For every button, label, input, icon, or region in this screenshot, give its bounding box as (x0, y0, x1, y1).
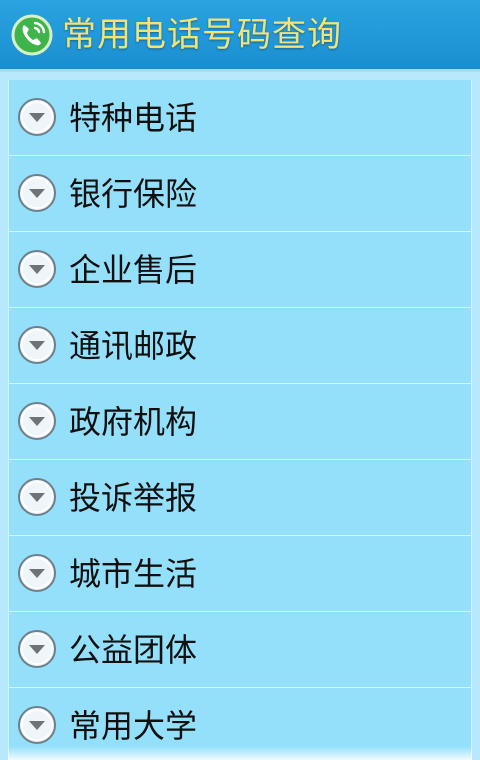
app-title: 常用电话号码查询 (62, 15, 342, 55)
chevron-down-circle-icon (18, 326, 56, 364)
list-item-special-phones[interactable]: 特种电话 (9, 80, 471, 156)
list-item-universities[interactable]: 常用大学 (9, 688, 471, 760)
list-item-after-sales[interactable]: 企业售后 (9, 232, 471, 308)
list-item-label: 企业售后 (69, 251, 198, 289)
list-item-city-life[interactable]: 城市生活 (9, 536, 471, 612)
chevron-down-circle-icon (18, 706, 56, 744)
list-item-label: 城市生活 (69, 555, 198, 593)
list-item-label: 投诉举报 (69, 479, 198, 517)
app-window: 常用电话号码查询 特种电话 银行保险 企业售后 通讯邮政 政府机构 投诉举报 城… (0, 0, 480, 760)
list-item-label: 银行保险 (69, 175, 198, 213)
category-list[interactable]: 特种电话 银行保险 企业售后 通讯邮政 政府机构 投诉举报 城市生活 公益团体 … (8, 80, 472, 760)
list-item-label: 通讯邮政 (69, 327, 198, 365)
chevron-down-circle-icon (18, 174, 56, 212)
chevron-down-circle-icon (18, 250, 56, 288)
list-item-telecom-postal[interactable]: 通讯邮政 (9, 308, 471, 384)
list-item-banking-insurance[interactable]: 银行保险 (9, 156, 471, 232)
list-item-label: 公益团体 (69, 631, 198, 669)
list-item-charity[interactable]: 公益团体 (9, 612, 471, 688)
list-frame: 特种电话 银行保险 企业售后 通讯邮政 政府机构 投诉举报 城市生活 公益团体 … (0, 72, 480, 760)
list-item-complaints[interactable]: 投诉举报 (9, 460, 471, 536)
chevron-down-circle-icon (18, 98, 56, 136)
chevron-down-circle-icon (18, 402, 56, 440)
chevron-down-circle-icon (18, 478, 56, 516)
phone-icon (11, 14, 53, 56)
list-item-government[interactable]: 政府机构 (9, 384, 471, 460)
list-item-label: 常用大学 (69, 707, 198, 745)
chevron-down-circle-icon (18, 554, 56, 592)
list-item-label: 特种电话 (69, 99, 198, 137)
title-bar: 常用电话号码查询 (0, 0, 480, 72)
list-item-label: 政府机构 (69, 403, 198, 441)
chevron-down-circle-icon (18, 630, 56, 668)
